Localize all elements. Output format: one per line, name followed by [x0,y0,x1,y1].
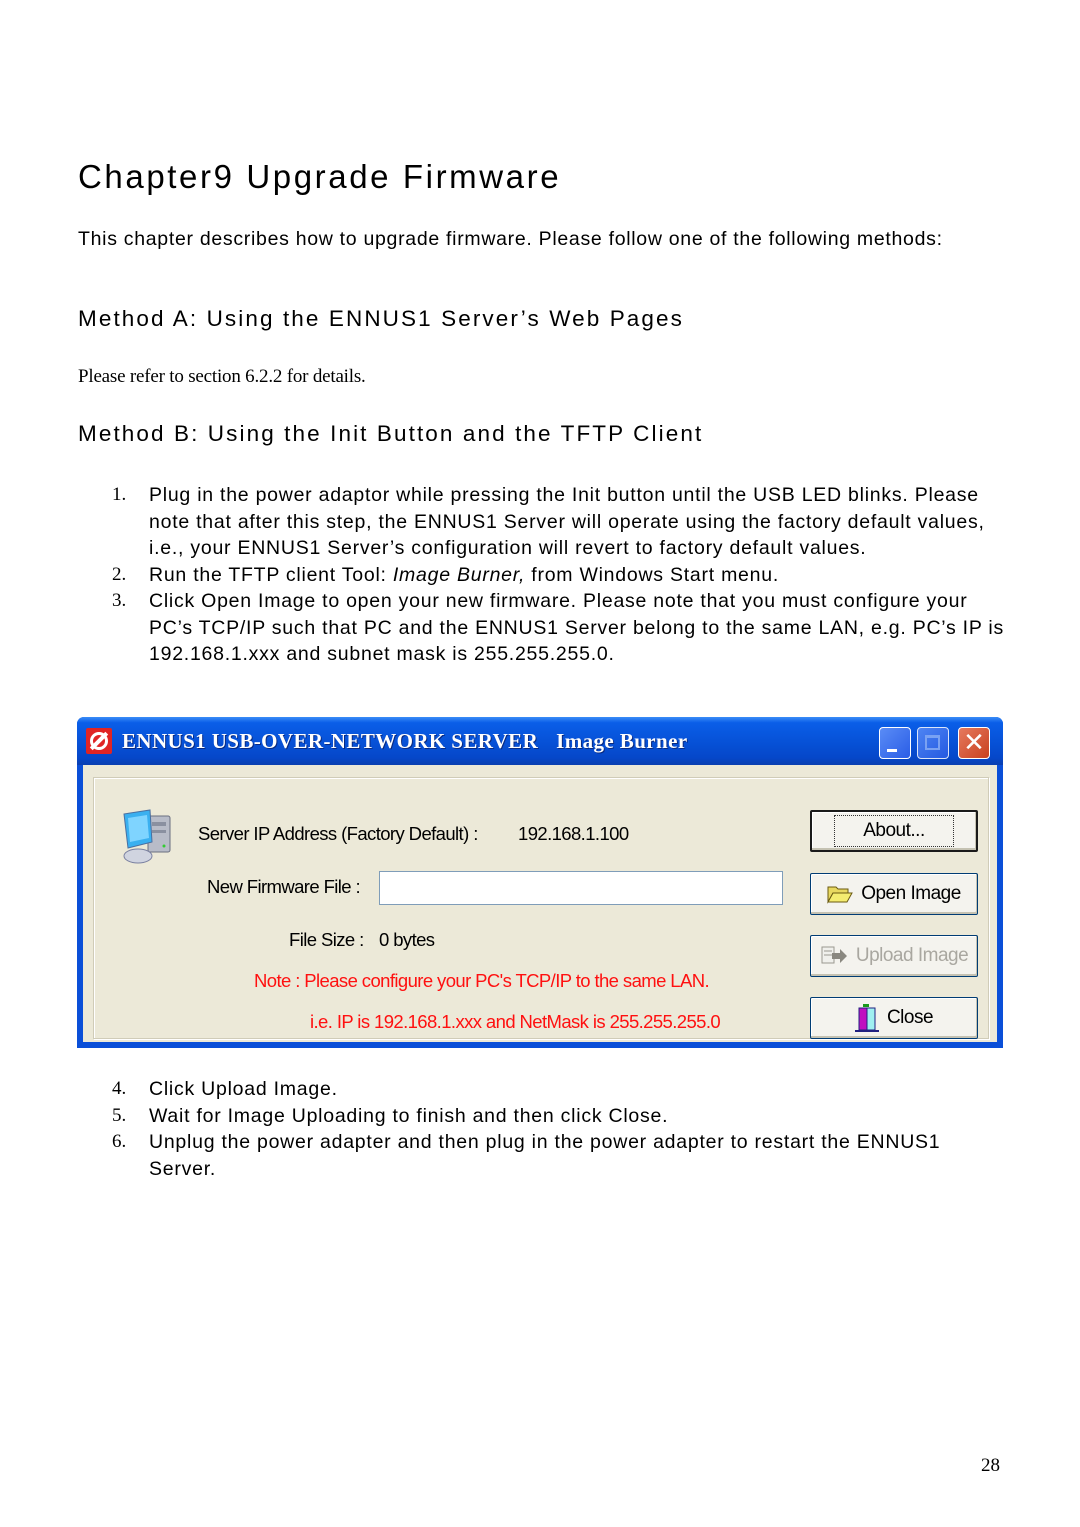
server-ip-value: 192.168.1.100 [518,823,629,844]
dialog-client-area: Server IP Address (Factory Default) : 19… [83,765,997,1042]
step-text: Unplug the power adapter and then plug i… [149,1131,941,1180]
step-text: Click Upload Image. [149,1078,338,1100]
firmware-file-label: New Firmware File : [207,876,361,897]
method-a-heading: Method A: Using the ENNUS1 Server’s Web … [78,306,685,331]
dialog-groupbox: Server IP Address (Factory Default) : 19… [93,777,989,1039]
page-number: 28 [981,1455,1000,1476]
exit-door-icon [854,1004,879,1032]
upload-arrow-icon [821,946,847,964]
step-number: 1. [112,484,127,505]
step-number: 4. [112,1078,127,1099]
step-item: 6. Unplug the power adapter and then plu… [112,1129,1012,1182]
step-text: Wait for Image Uploading to finish and t… [149,1104,669,1127]
about-button[interactable]: About... [810,810,978,852]
minimize-button[interactable] [879,727,911,759]
note-line-1: Note : Please configure your PC's TCP/IP… [254,970,710,991]
upload-image-button[interactable]: Upload Image [810,935,978,977]
method-a-body: Please refer to section 6.2.2 for detail… [78,366,366,387]
file-size-label: File Size : [289,929,364,950]
steps-list-after: 4. Click Upload Image. 5. Wait for Image… [112,1076,1012,1182]
step-item: 2. Run the TFTP client Tool: Image Burne… [112,562,1012,589]
close-button[interactable]: Close [810,997,978,1039]
maximize-button[interactable] [917,727,949,759]
image-burner-dialog: ENNUS1 USB-OVER-NETWORK SERVER Image Burn… [77,717,1003,1048]
chapter-title: Chapter9 Upgrade Firmware [78,158,562,195]
intro-paragraph: This chapter describes how to upgrade fi… [78,228,943,250]
open-image-button[interactable]: Open Image [810,873,978,915]
step-item: 5. Wait for Image Uploading to finish an… [112,1103,1012,1130]
upload-image-label: Upload Image [855,945,969,966]
computer-icon [123,809,171,864]
step-text: Plug in the power adaptor while pressing… [149,484,985,559]
firmware-file-input[interactable] [379,871,783,905]
step-item: 4. Click Upload Image. [112,1076,1012,1103]
step-number: 6. [112,1131,127,1152]
app-logo-icon [86,728,112,754]
steps-list-before: 1. Plug in the power adaptor while press… [112,482,1012,668]
server-ip-label: Server IP Address (Factory Default) : [198,823,478,844]
step-text: Click Open Image to open your new firmwa… [149,590,1005,665]
step-number: 3. [112,590,127,611]
window-close-button[interactable]: ✕ [958,727,990,759]
file-size-value: 0 bytes [379,929,435,950]
about-button-label: About... [834,815,954,847]
note-line-2: i.e. IP is 192.168.1.xxx and NetMask is … [310,1011,721,1032]
method-b-heading: Method B: Using the Init Button and the … [78,421,704,446]
open-image-label: Open Image [861,883,961,904]
step-text-post: from Windows Start menu. [525,563,780,586]
folder-open-icon [827,886,854,904]
dialog-titlebar[interactable]: ENNUS1 USB-OVER-NETWORK SERVER Image Burn… [77,717,1003,765]
dialog-title: ENNUS1 USB-OVER-NETWORK SERVER Image Burn… [122,729,688,754]
step-text-pre: Run the TFTP client Tool: [149,563,393,586]
step-number: 5. [112,1104,127,1126]
step-item: 1. Plug in the power adaptor while press… [112,482,1012,562]
dialog-title-sub: Image Burner [556,729,688,753]
step-number: 2. [112,563,127,585]
step-text-emphasis: Image Burner, [392,563,526,586]
dialog-title-main: ENNUS1 USB-OVER-NETWORK SERVER [122,729,539,753]
close-label: Close [886,1007,934,1028]
step-item: 3. Click Open Image to open your new fir… [112,588,1012,668]
